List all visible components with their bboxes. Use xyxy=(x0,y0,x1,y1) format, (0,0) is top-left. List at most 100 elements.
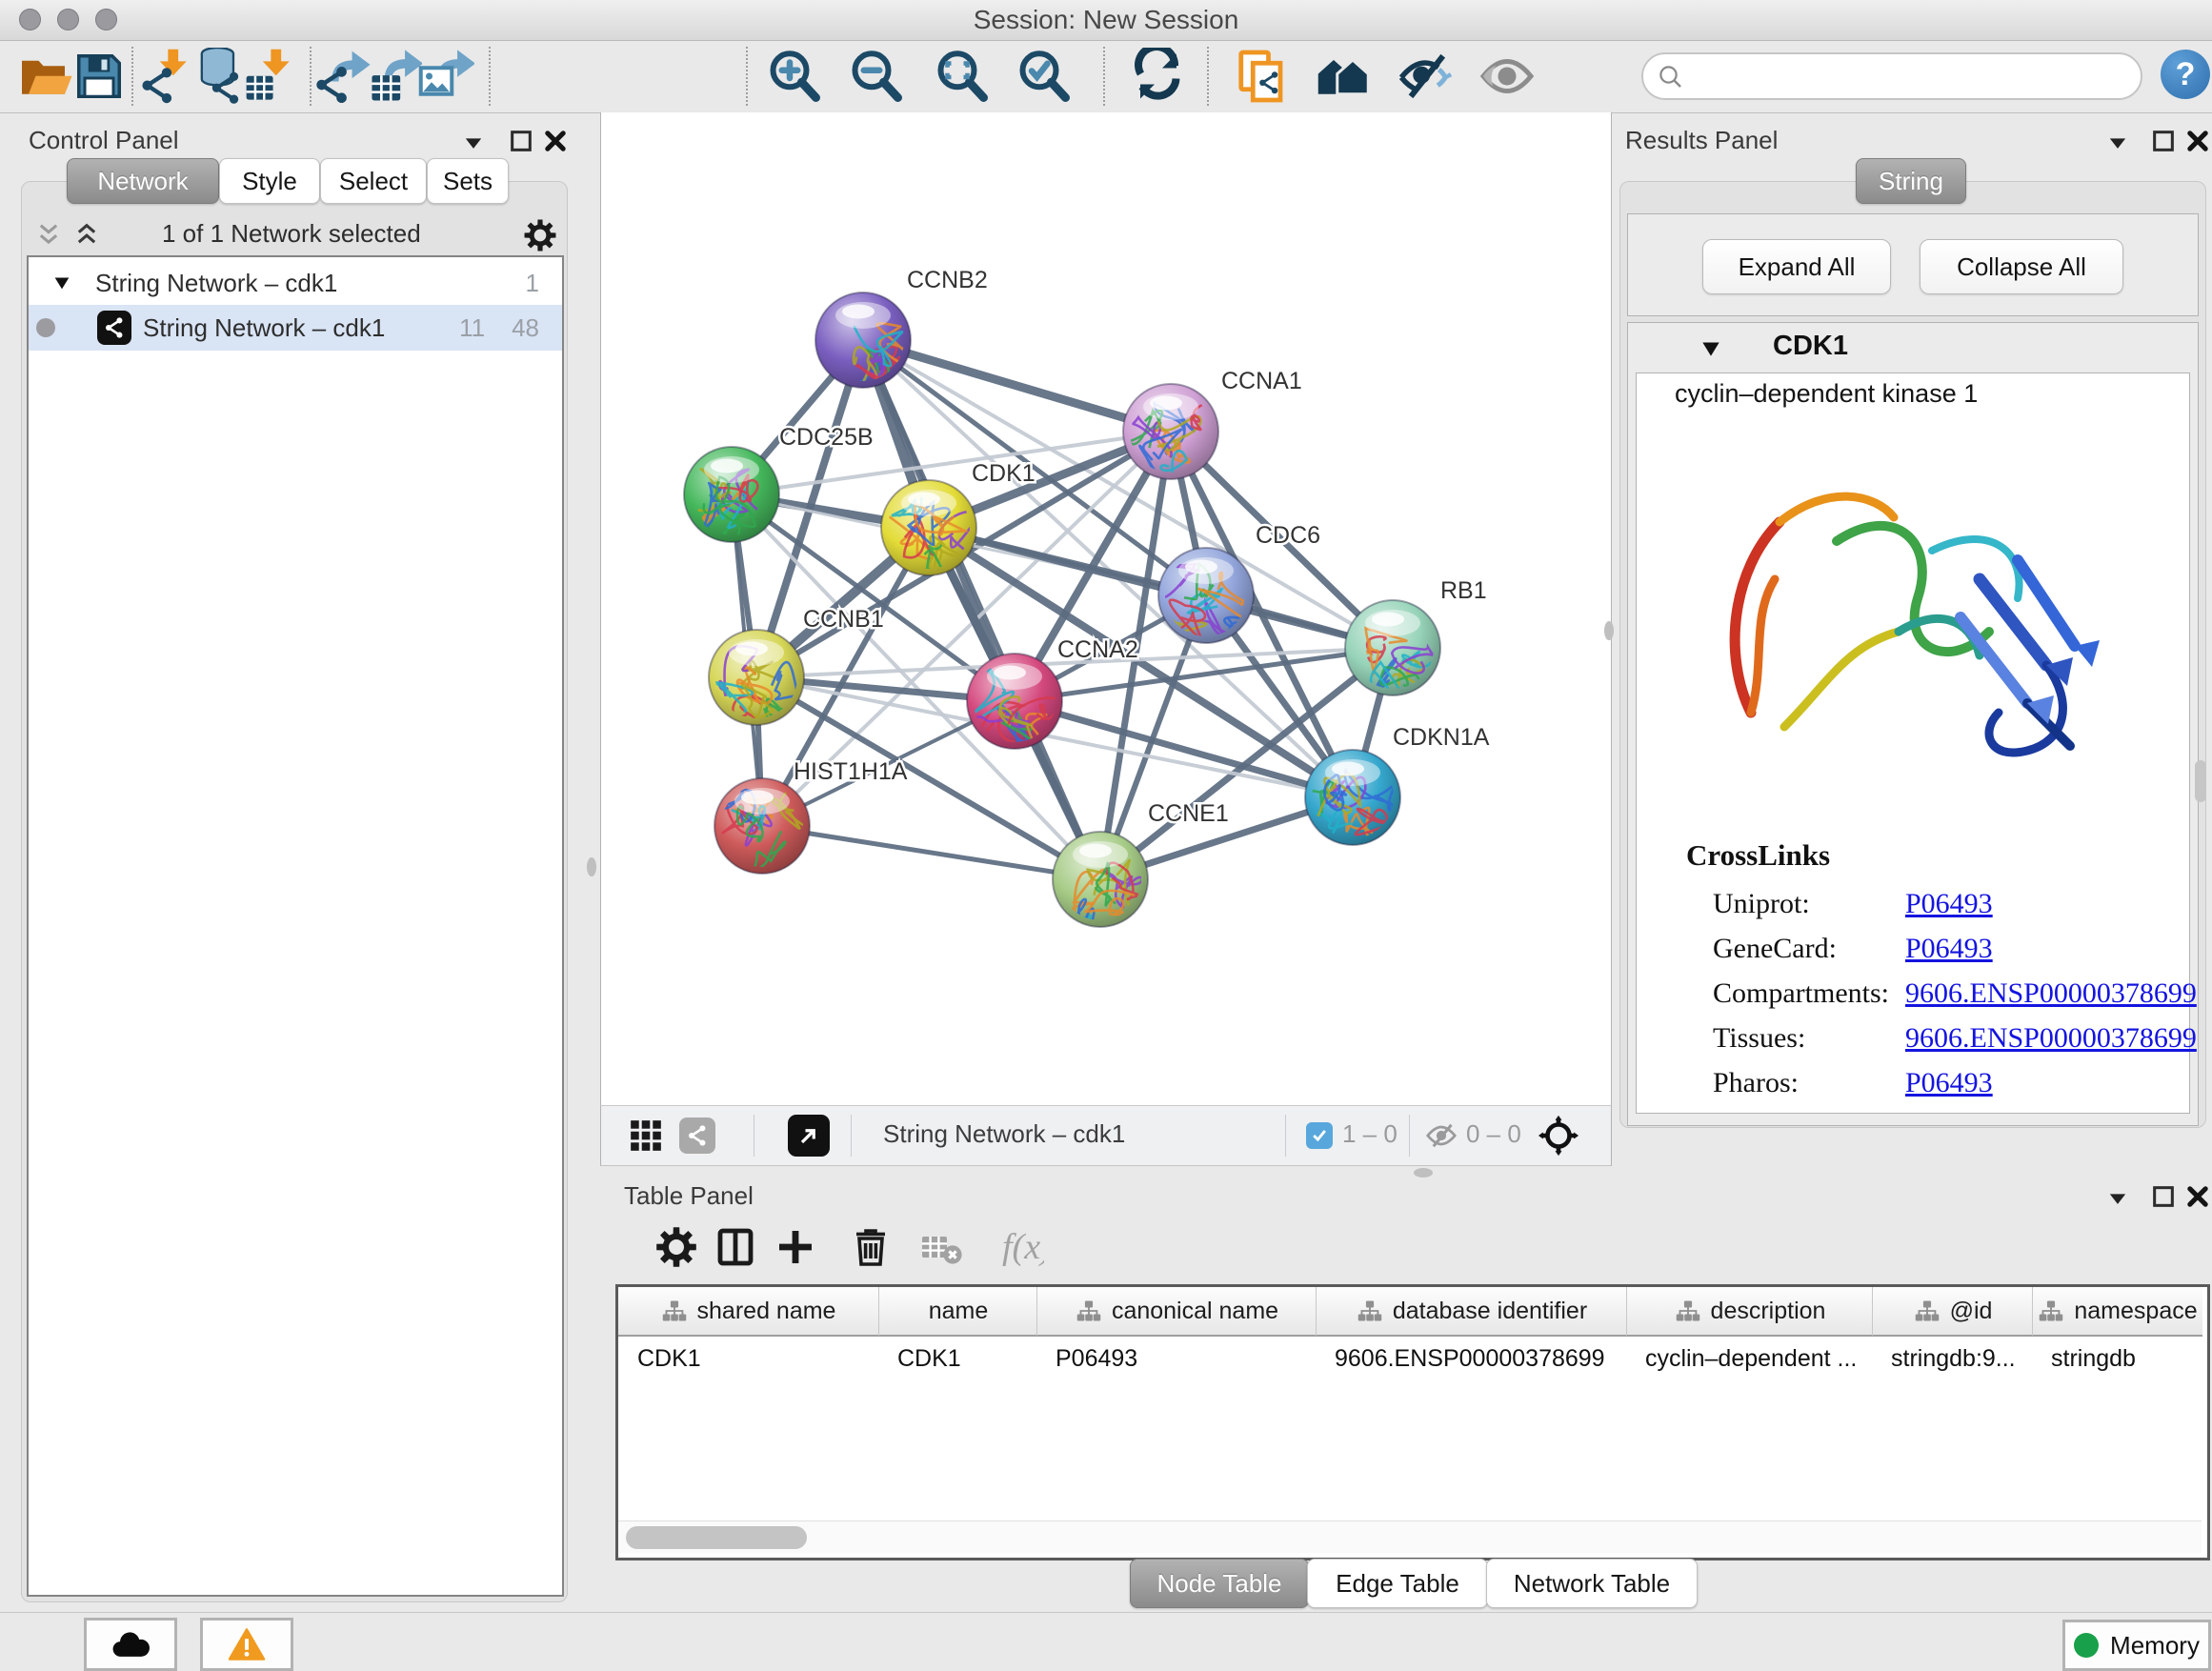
copy-style-button[interactable] xyxy=(1233,48,1290,105)
crosslink-value[interactable]: P06493 xyxy=(1905,888,1993,920)
grid-view-icon[interactable] xyxy=(628,1117,664,1154)
results-panel-menu-icon[interactable] xyxy=(2103,130,2132,161)
table-hscrollbar-thumb[interactable] xyxy=(626,1526,807,1549)
control-tab-sets[interactable]: Sets xyxy=(427,158,509,204)
expand-all-tree-icon[interactable] xyxy=(72,221,101,252)
column-header-canonical-name[interactable]: canonical name xyxy=(1036,1287,1317,1337)
crosslink-label: Compartments: xyxy=(1713,977,1889,1010)
cloud-button[interactable] xyxy=(84,1618,177,1671)
column-header-database-identifier[interactable]: database identifier xyxy=(1316,1287,1627,1337)
export-image-button[interactable] xyxy=(417,48,474,105)
crosslink-value[interactable]: P06493 xyxy=(1905,1067,1993,1099)
export-view-button[interactable] xyxy=(788,1115,830,1157)
zoom-in-button[interactable] xyxy=(766,48,823,105)
results-panel-float-icon[interactable] xyxy=(2149,128,2178,159)
table-cell[interactable]: CDK1 xyxy=(878,1337,1036,1380)
vertical-splitter-handle-right[interactable] xyxy=(1604,621,1614,640)
table-hscrollbar[interactable] xyxy=(618,1520,2202,1553)
export-table-to-file-button[interactable] xyxy=(365,48,422,105)
refresh-view-button[interactable] xyxy=(1130,48,1187,105)
selected-checkbox[interactable] xyxy=(1306,1122,1333,1149)
control-tab-select[interactable]: Select xyxy=(320,158,427,204)
network-node-CCNB1[interactable] xyxy=(709,630,804,727)
crosslink-value[interactable]: 9606.ENSP00000378699 xyxy=(1905,977,2197,1010)
crosslink-value[interactable]: 9606.ENSP00000378699 xyxy=(1905,1022,2197,1055)
network-node-CCNE1[interactable] xyxy=(1053,832,1148,942)
results-panel-close-icon[interactable] xyxy=(2183,128,2212,159)
table-add-icon[interactable] xyxy=(773,1224,818,1270)
birdseye-crosshair-icon[interactable] xyxy=(1537,1114,1580,1158)
network-node-CCNA1[interactable] xyxy=(1123,384,1219,496)
show-all-button[interactable] xyxy=(1478,48,1536,105)
table-cell[interactable]: 9606.ENSP00000378699 xyxy=(1316,1337,1626,1380)
zoom-selected-button[interactable] xyxy=(1016,48,1073,105)
column-header-namespace[interactable]: namespace xyxy=(2032,1287,2202,1337)
zoom-out-button[interactable] xyxy=(848,48,905,105)
control-panel-float-icon[interactable] xyxy=(507,128,535,159)
column-header-description[interactable]: description xyxy=(1626,1287,1873,1337)
search-input[interactable] xyxy=(1641,52,2142,100)
table-cell[interactable]: stringdb:9... xyxy=(1872,1337,2032,1380)
table-cell[interactable]: stringdb xyxy=(2032,1337,2202,1380)
import-network-from-database-button[interactable] xyxy=(191,48,248,105)
network-options-gear-icon[interactable] xyxy=(522,217,558,253)
network-node-CDK1[interactable] xyxy=(881,480,983,585)
hide-selected-button[interactable] xyxy=(1397,48,1454,105)
expand-all-button[interactable]: Expand All xyxy=(1702,239,1891,294)
zoom-fit-content-button[interactable] xyxy=(934,48,991,105)
main-toolbar: ? xyxy=(0,41,2212,113)
network-tree-child-row[interactable]: String Network – cdk1 11 48 xyxy=(29,305,562,351)
memory-button[interactable]: Memory xyxy=(2062,1620,2211,1671)
table-cell[interactable]: CDK1 xyxy=(618,1337,878,1380)
import-table-from-file-button[interactable] xyxy=(242,48,299,105)
open-file-button[interactable] xyxy=(17,48,74,105)
network-node-CDKN1A[interactable] xyxy=(1305,750,1400,845)
column-header-name[interactable]: name xyxy=(878,1287,1037,1337)
network-tree-root-row[interactable]: String Network – cdk1 1 xyxy=(29,261,562,305)
node-label: CCNB2 xyxy=(907,267,988,293)
table-columns-icon[interactable] xyxy=(713,1224,758,1270)
hidden-eye-icon[interactable] xyxy=(1422,1118,1460,1153)
network-share-icon[interactable] xyxy=(679,1117,715,1154)
network-node-CDC6[interactable] xyxy=(1157,548,1254,649)
entry-collapse-caret-icon[interactable] xyxy=(1697,336,1725,361)
save-session-button[interactable] xyxy=(70,48,128,105)
column-header-shared-name[interactable]: shared name xyxy=(618,1287,878,1337)
help-button[interactable]: ? xyxy=(2161,50,2210,99)
table-panel-float-icon[interactable] xyxy=(2149,1183,2178,1215)
control-tab-network[interactable]: Network xyxy=(67,158,219,204)
collapse-all-button[interactable]: Collapse All xyxy=(1920,239,2123,294)
table-gear-icon[interactable] xyxy=(654,1224,699,1270)
import-network-from-file-button[interactable] xyxy=(139,48,196,105)
table-cell[interactable]: cyclin–dependent ... xyxy=(1626,1337,1872,1380)
results-tab-string[interactable]: String xyxy=(1856,158,1966,204)
column-header--id[interactable]: @id xyxy=(1872,1287,2033,1337)
network-node-CDC25B[interactable] xyxy=(684,447,779,554)
tree-child-label: String Network – cdk1 xyxy=(143,313,385,343)
table-tab-edge-table[interactable]: Edge Table xyxy=(1307,1559,1488,1608)
network-node-CCNA2[interactable] xyxy=(967,654,1062,755)
table-panel-menu-icon[interactable] xyxy=(2103,1185,2132,1217)
table-delete-icon[interactable] xyxy=(848,1224,894,1270)
results-scrollbar-thumb[interactable] xyxy=(2195,760,2206,802)
table-cell[interactable]: P06493 xyxy=(1036,1337,1316,1380)
collapse-all-tree-icon[interactable] xyxy=(34,221,63,252)
toolbar-separator xyxy=(131,47,133,106)
home-layout-button[interactable] xyxy=(1315,48,1372,105)
warning-icon xyxy=(228,1627,266,1661)
horizontal-splitter-handle[interactable] xyxy=(1414,1168,1433,1178)
network-graph[interactable]: CCNB2CCNA1CDC25BCDK1CDC6RB1CCNB1CCNA2CDK… xyxy=(601,112,1609,1105)
vertical-splitter-handle[interactable] xyxy=(587,857,596,876)
control-panel-close-icon[interactable] xyxy=(541,128,570,159)
network-node-HIST1H1A[interactable] xyxy=(714,778,810,881)
table-panel-close-icon[interactable] xyxy=(2183,1183,2212,1215)
warnings-button[interactable] xyxy=(200,1618,293,1671)
export-network-to-file-button[interactable] xyxy=(314,48,372,105)
control-tab-style[interactable]: Style xyxy=(219,158,320,204)
crosslink-value[interactable]: P06493 xyxy=(1905,933,1993,965)
table-tab-network-table[interactable]: Network Table xyxy=(1486,1559,1698,1608)
network-node-RB1[interactable] xyxy=(1345,600,1440,711)
tree-expand-caret-icon[interactable] xyxy=(50,272,74,293)
control-panel-menu-icon[interactable] xyxy=(459,130,488,161)
table-tab-node-table[interactable]: Node Table xyxy=(1130,1559,1309,1608)
